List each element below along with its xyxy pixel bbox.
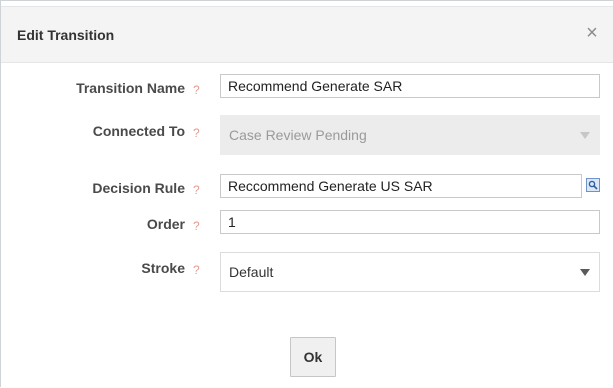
order-input[interactable]: 1 <box>220 210 600 234</box>
chevron-down-icon <box>580 269 590 276</box>
stroke-help-icon[interactable]: ? <box>193 263 200 277</box>
stroke-select[interactable]: Default <box>220 252 600 292</box>
connected-to-label-text: Connected To <box>92 123 185 139</box>
connected-to-select: Case Review Pending <box>220 115 600 155</box>
dialog-title: Edit Transition <box>17 27 115 43</box>
search-icon[interactable] <box>586 178 600 192</box>
decision-rule-label-text: Decision Rule <box>92 180 185 196</box>
stroke-value: Default <box>229 264 274 280</box>
transition-name-help-icon[interactable]: ? <box>193 83 200 97</box>
order-label-text: Order <box>146 216 185 232</box>
dialog-body: Transition Name ? Recommend Generate SAR… <box>1 63 613 388</box>
stroke-label-text: Stroke <box>141 260 185 276</box>
transition-name-label: Transition Name <box>1 80 185 96</box>
order-label: Order <box>1 216 185 232</box>
transition-name-input[interactable]: Recommend Generate SAR <box>220 74 600 98</box>
close-icon[interactable]: × <box>582 23 602 43</box>
connected-to-value: Case Review Pending <box>229 127 367 143</box>
ok-button[interactable]: Ok <box>290 337 336 377</box>
connected-to-label: Connected To <box>1 123 185 139</box>
connected-to-help-icon[interactable]: ? <box>193 126 200 140</box>
chevron-down-icon <box>580 132 590 139</box>
edit-transition-dialog: Edit Transition × Transition Name ? Reco… <box>0 0 613 388</box>
stroke-label: Stroke <box>1 260 185 276</box>
decision-rule-help-icon[interactable]: ? <box>193 183 200 197</box>
transition-name-label-text: Transition Name <box>76 80 185 96</box>
order-help-icon[interactable]: ? <box>193 219 200 233</box>
dialog-header: Edit Transition × <box>1 7 613 63</box>
decision-rule-input[interactable]: Reccommend Generate US SAR <box>220 174 582 198</box>
decision-rule-label: Decision Rule <box>1 180 185 196</box>
